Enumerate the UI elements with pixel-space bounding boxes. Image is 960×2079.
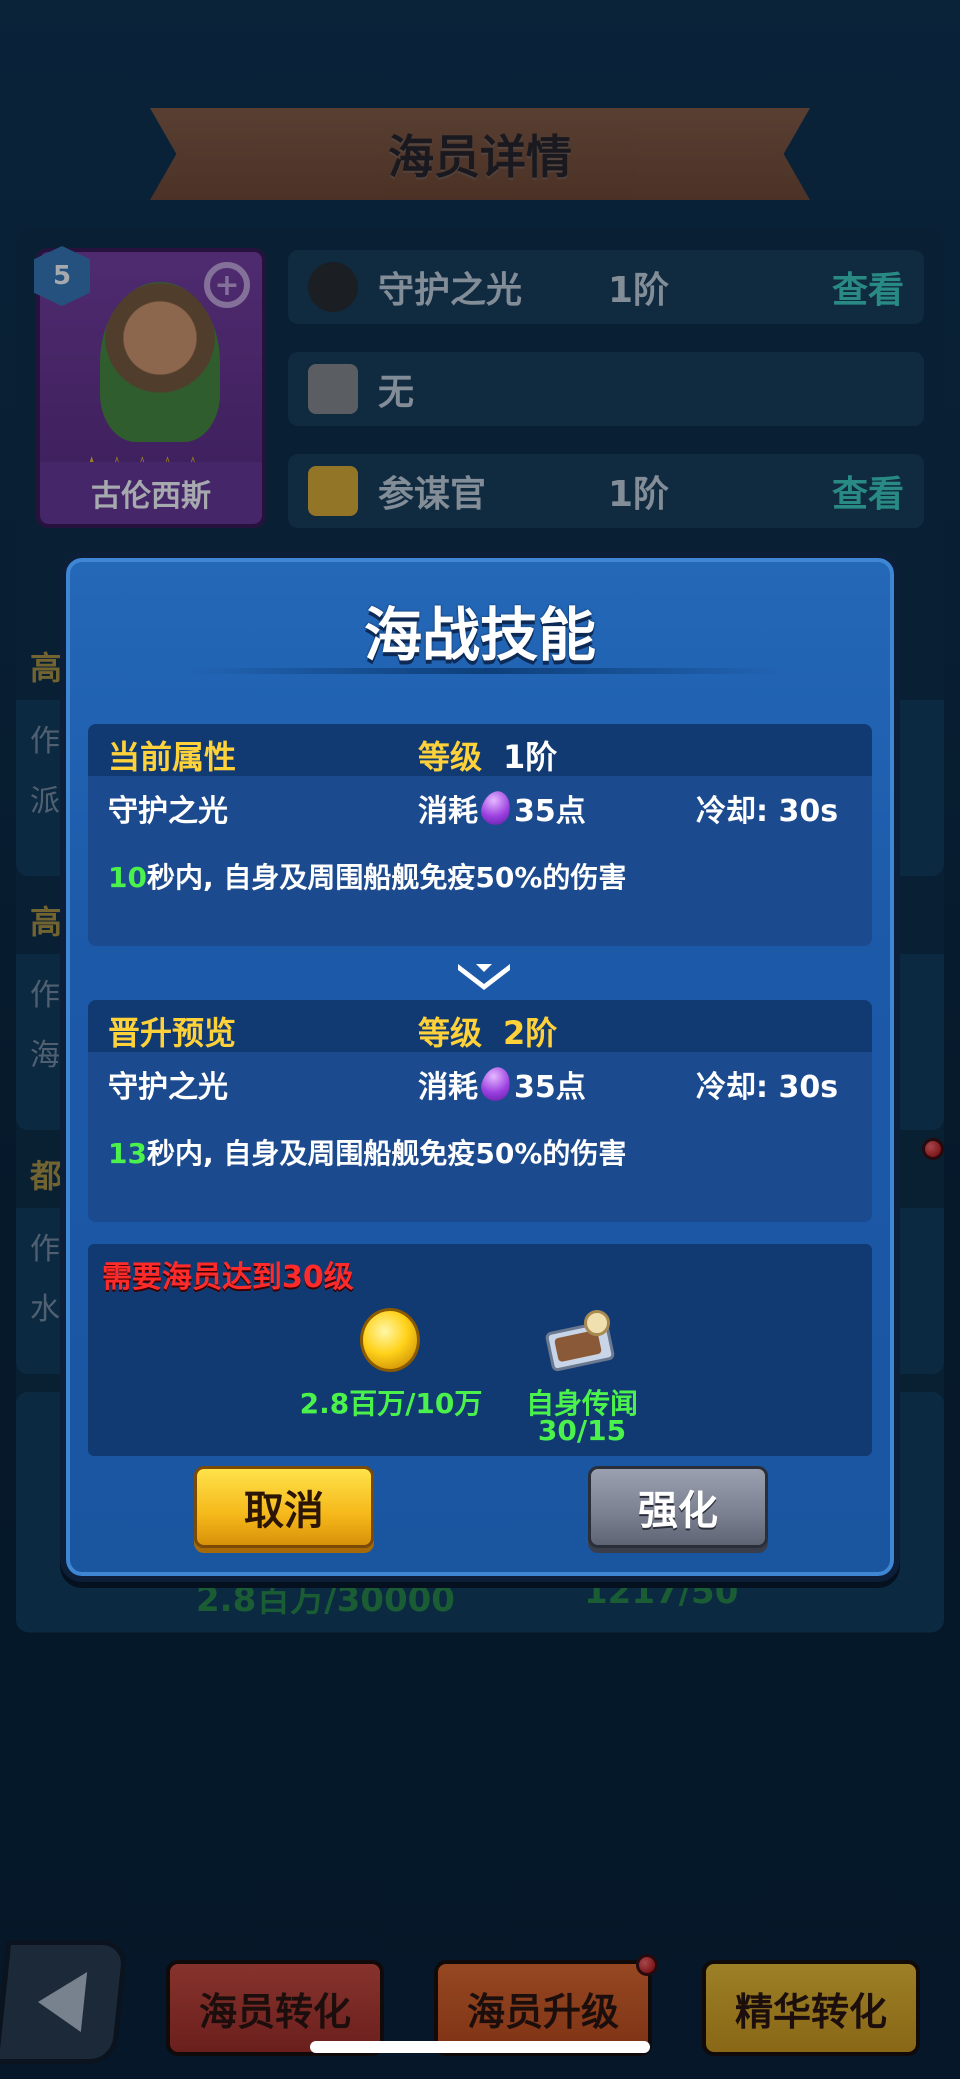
upgrade-button[interactable]: 强化 <box>588 1466 768 1548</box>
cost-value: 35点 <box>514 794 586 829</box>
description-text: 秒内, 自身及周围船舰免疫50%的伤害 <box>146 1137 627 1170</box>
duration-number: 13 <box>108 1137 147 1170</box>
dialog-title: 海战技能 <box>363 601 596 669</box>
level-label: 等级 <box>418 1014 483 1052</box>
cost-label: 消耗 <box>418 1070 478 1105</box>
box-header: 当前属性 等级 1阶 <box>88 724 872 776</box>
naval-skill-dialog: 海战技能 当前属性 等级 1阶 守护之光 消耗 35点 冷却: 30s 10秒内… <box>60 552 900 1582</box>
requirement-title: 需要海员达到30级 <box>102 1260 354 1295</box>
purple-gem-icon <box>478 1063 514 1105</box>
purple-gem-icon <box>478 787 514 829</box>
home-indicator[interactable] <box>310 2041 650 2053</box>
cancel-button[interactable]: 取消 <box>194 1466 374 1548</box>
box-header: 晋升预览 等级 2阶 <box>88 1000 872 1052</box>
skill-description: 10秒内, 自身及周围船舰免疫50%的伤害 <box>108 856 626 896</box>
description-text: 秒内, 自身及周围船舰免疫50%的伤害 <box>146 861 627 894</box>
stat-row: 守护之光 消耗 35点 冷却: 30s <box>88 1052 872 1108</box>
legend-book-icon <box>544 1306 618 1376</box>
cost-value: 35点 <box>514 1070 586 1105</box>
skill-name: 守护之光 <box>108 1070 228 1105</box>
duration-number: 10 <box>108 861 147 894</box>
level-value: 1阶 <box>503 738 558 776</box>
requirements-box: 需要海员达到30级 2.8百万/10万 自身传闻 30/15 <box>88 1244 872 1456</box>
item-count: 30/15 <box>537 1414 627 1447</box>
chevron-down-icon <box>458 964 510 990</box>
cooldown: 冷却: 30s <box>696 794 839 829</box>
coin-requirement: 2.8百万/10万 <box>299 1387 483 1420</box>
section-label: 晋升预览 <box>108 1014 237 1052</box>
section-label: 当前属性 <box>108 738 237 776</box>
stat-row: 守护之光 消耗 35点 冷却: 30s <box>88 776 872 832</box>
cost-label: 消耗 <box>418 794 478 829</box>
gold-coin-icon <box>360 1308 420 1372</box>
cost: 消耗 35点 <box>418 786 586 830</box>
skill-description: 13秒内, 自身及周围船舰免疫50%的伤害 <box>108 1132 626 1172</box>
skill-name: 守护之光 <box>108 794 228 829</box>
promotion-preview-box: 晋升预览 等级 2阶 守护之光 消耗 35点 冷却: 30s 13秒内, 自身及… <box>88 1000 872 1222</box>
level-label: 等级 <box>418 738 483 776</box>
cooldown: 冷却: 30s <box>696 1070 839 1105</box>
title-divider <box>186 668 786 674</box>
cost: 消耗 35点 <box>418 1062 586 1106</box>
level-value: 2阶 <box>503 1014 558 1052</box>
current-attributes-box: 当前属性 等级 1阶 守护之光 消耗 35点 冷却: 30s 10秒内, 自身及… <box>88 724 872 946</box>
